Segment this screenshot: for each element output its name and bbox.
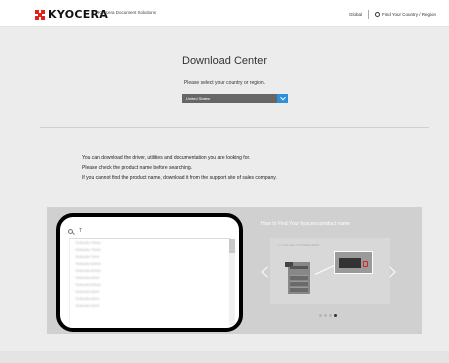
list-item[interactable]: TASKalfa 6004ci	[70, 267, 231, 274]
country-select-value: United States	[186, 96, 211, 101]
results-scrollbar[interactable]	[229, 239, 235, 325]
list-item[interactable]: TASKalfa 7004i	[70, 253, 231, 260]
globe-icon	[374, 12, 380, 17]
section-divider	[40, 127, 429, 128]
product-search-box: T TASKalfa 7054ci TASKalfa 7004ci TASKal…	[56, 213, 243, 332]
country-select-button[interactable]	[277, 94, 288, 103]
logo-subtitle: Kyocera Document Solutions	[98, 10, 157, 15]
printer-image	[285, 262, 310, 294]
info-line: If you cannot find the product name, dow…	[82, 175, 277, 181]
list-item[interactable]: TASKalfa 7004ci	[70, 246, 231, 253]
info-line: Please check the product name before sea…	[82, 165, 193, 171]
download-center-intro: Download Center Please select your count…	[10, 29, 439, 125]
search-icon	[68, 228, 73, 234]
chevron-down-icon	[279, 94, 286, 100]
info-text: You can download the driver, utilities a…	[82, 153, 277, 183]
callout-line	[314, 264, 336, 275]
search-input-value: T	[79, 228, 83, 234]
header-separator	[367, 10, 369, 19]
list-item[interactable]: TASKalfa 6054ci	[70, 260, 231, 267]
carousel-heading: How to Find Your kyocera product name	[261, 221, 350, 227]
list-item[interactable]: TASKalfa 6004i	[70, 274, 231, 281]
product-search-panel: T TASKalfa 7054ci TASKalfa 7004ci TASKal…	[47, 207, 422, 334]
select-prompt: Please select your country or region.	[183, 80, 266, 86]
list-item[interactable]: TASKalfa 5004i	[70, 288, 231, 295]
global-link[interactable]: Global	[349, 12, 362, 17]
footer-band	[0, 351, 449, 363]
slide-step-text: 1. In the case of TASKalfa 4054ci	[278, 243, 320, 247]
list-item[interactable]: TASKalfa 5054ci	[70, 281, 231, 288]
site-header: KYOCERA Kyocera Document Solutions Globa…	[0, 0, 449, 27]
search-input[interactable]: T	[68, 228, 82, 234]
list-item[interactable]: TASKalfa 5004i	[70, 302, 231, 309]
info-line: You can download the driver, utilities a…	[82, 155, 251, 161]
list-item[interactable]: TASKalfa 5004i	[70, 295, 231, 302]
carousel-dot[interactable]	[329, 314, 332, 317]
carousel-dot-active[interactable]	[334, 314, 337, 317]
product-label-zoom	[334, 251, 373, 274]
logo-mark-icon	[35, 9, 45, 20]
region-link[interactable]: Find Your Country / Region	[382, 12, 436, 17]
page-title: Download Center	[182, 55, 267, 67]
list-item[interactable]: TASKalfa 7054ci	[70, 239, 231, 246]
highlight-marker-icon	[363, 261, 368, 267]
carousel-pagination	[319, 314, 339, 317]
country-select[interactable]: United States	[182, 94, 288, 103]
carousel-dot[interactable]	[319, 314, 322, 317]
search-results-list: TASKalfa 7054ci TASKalfa 7004ci TASKalfa…	[69, 238, 231, 325]
scrollbar-thumb[interactable]	[229, 239, 235, 253]
carousel-dot[interactable]	[324, 314, 327, 317]
header-links: Global Find Your Country / Region	[349, 10, 436, 19]
carousel-slide-image: 1. In the case of TASKalfa 4054ci	[270, 238, 390, 304]
